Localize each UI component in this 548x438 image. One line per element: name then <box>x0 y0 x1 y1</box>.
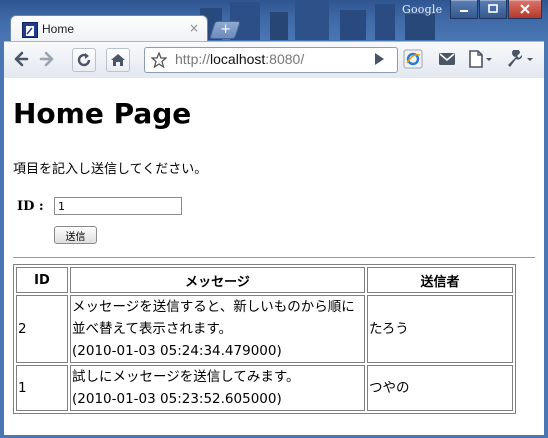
mail-icon <box>439 53 455 65</box>
message-timestamp: (2010-01-03 05:24:34.479000) <box>72 343 282 359</box>
instruction-text: 項目を記入し送信してください。 <box>13 162 208 177</box>
url-host: localhost <box>210 51 266 67</box>
ie-tab-button[interactable] <box>402 48 424 70</box>
table-row: 1 試しにメッセージを送信してみます。 (2010-01-03 05:23:52.… <box>16 365 513 411</box>
page-menu-button[interactable] <box>466 48 496 70</box>
page-menu-icon <box>469 50 492 68</box>
table-header-row: ID メッセージ 送信者 <box>16 267 513 293</box>
browser-toolbar: http://localhost:8080/ <box>4 41 544 79</box>
url-text: http://localhost:8080/ <box>175 51 304 67</box>
back-button[interactable] <box>10 48 32 70</box>
star-icon[interactable] <box>151 52 167 68</box>
plus-icon: + <box>219 22 231 37</box>
messages-table: ID メッセージ 送信者 2 メッセージを送信すると、新しいものから順に並べ替え… <box>13 264 516 414</box>
url-scheme: http:// <box>175 51 211 67</box>
message-text: 試しにメッセージを送信してみます。 <box>72 369 300 385</box>
ie-tab-icon <box>403 49 423 69</box>
address-bar[interactable]: http://localhost:8080/ <box>144 47 398 73</box>
header-message: メッセージ <box>70 267 365 293</box>
message-timestamp: (2010-01-03 05:23:52.605000) <box>72 391 282 407</box>
row-id: 1 <box>16 365 68 411</box>
id-label: ID : <box>17 199 44 214</box>
go-icon <box>375 53 384 65</box>
home-button[interactable] <box>106 48 130 72</box>
go-button[interactable] <box>368 48 390 70</box>
url-port: :8080/ <box>265 51 305 67</box>
back-icon <box>14 51 29 67</box>
row-sender: つやの <box>367 365 513 411</box>
row-message: 試しにメッセージを送信してみます。 (2010-01-03 05:23:52.60… <box>70 365 365 411</box>
submit-button[interactable]: 送信 <box>54 226 97 244</box>
close-window-button[interactable] <box>508 0 542 19</box>
row-id: 2 <box>16 295 68 363</box>
maximize-button[interactable] <box>479 0 507 19</box>
header-sender: 送信者 <box>367 267 513 293</box>
close-icon <box>520 4 530 14</box>
reload-button[interactable] <box>72 48 96 72</box>
header-id: ID <box>16 267 68 293</box>
home-icon <box>111 54 125 66</box>
divider <box>13 257 535 258</box>
forward-icon <box>39 51 54 67</box>
new-tab-button[interactable]: + <box>209 21 241 39</box>
tab-home[interactable]: Home × <box>10 15 208 43</box>
window-controls <box>449 0 542 19</box>
browser-window: Google Home × + http://localhost:8080/ H… <box>0 0 548 438</box>
tab-close-icon[interactable]: × <box>189 21 199 35</box>
wrench-menu-icon <box>508 50 533 67</box>
message-text: メッセージを送信すると、新しいものから順に並べ替えて表示されます。 <box>72 299 355 337</box>
row-sender: たろう <box>367 295 513 363</box>
page-favicon-icon <box>22 22 38 38</box>
wrench-menu-button[interactable] <box>504 48 536 70</box>
page-content: Home Page 項目を記入し送信してください。 ID : 送信 ID メッセ… <box>4 78 544 435</box>
forward-button[interactable] <box>36 48 58 70</box>
minimize-icon <box>460 10 468 12</box>
theme-google-mark: Google <box>402 3 443 16</box>
table-row: 2 メッセージを送信すると、新しいものから順に並べ替えて表示されます。 (2010… <box>16 295 513 363</box>
minimize-button[interactable] <box>450 0 478 19</box>
page-title: Home Page <box>13 97 192 130</box>
tab-title: Home <box>42 22 75 36</box>
row-message: メッセージを送信すると、新しいものから順に並べ替えて表示されます。 (2010-0… <box>70 295 365 363</box>
id-input[interactable] <box>54 197 182 215</box>
maximize-icon <box>488 4 498 13</box>
reload-icon <box>77 53 91 67</box>
mail-button[interactable] <box>436 48 458 70</box>
